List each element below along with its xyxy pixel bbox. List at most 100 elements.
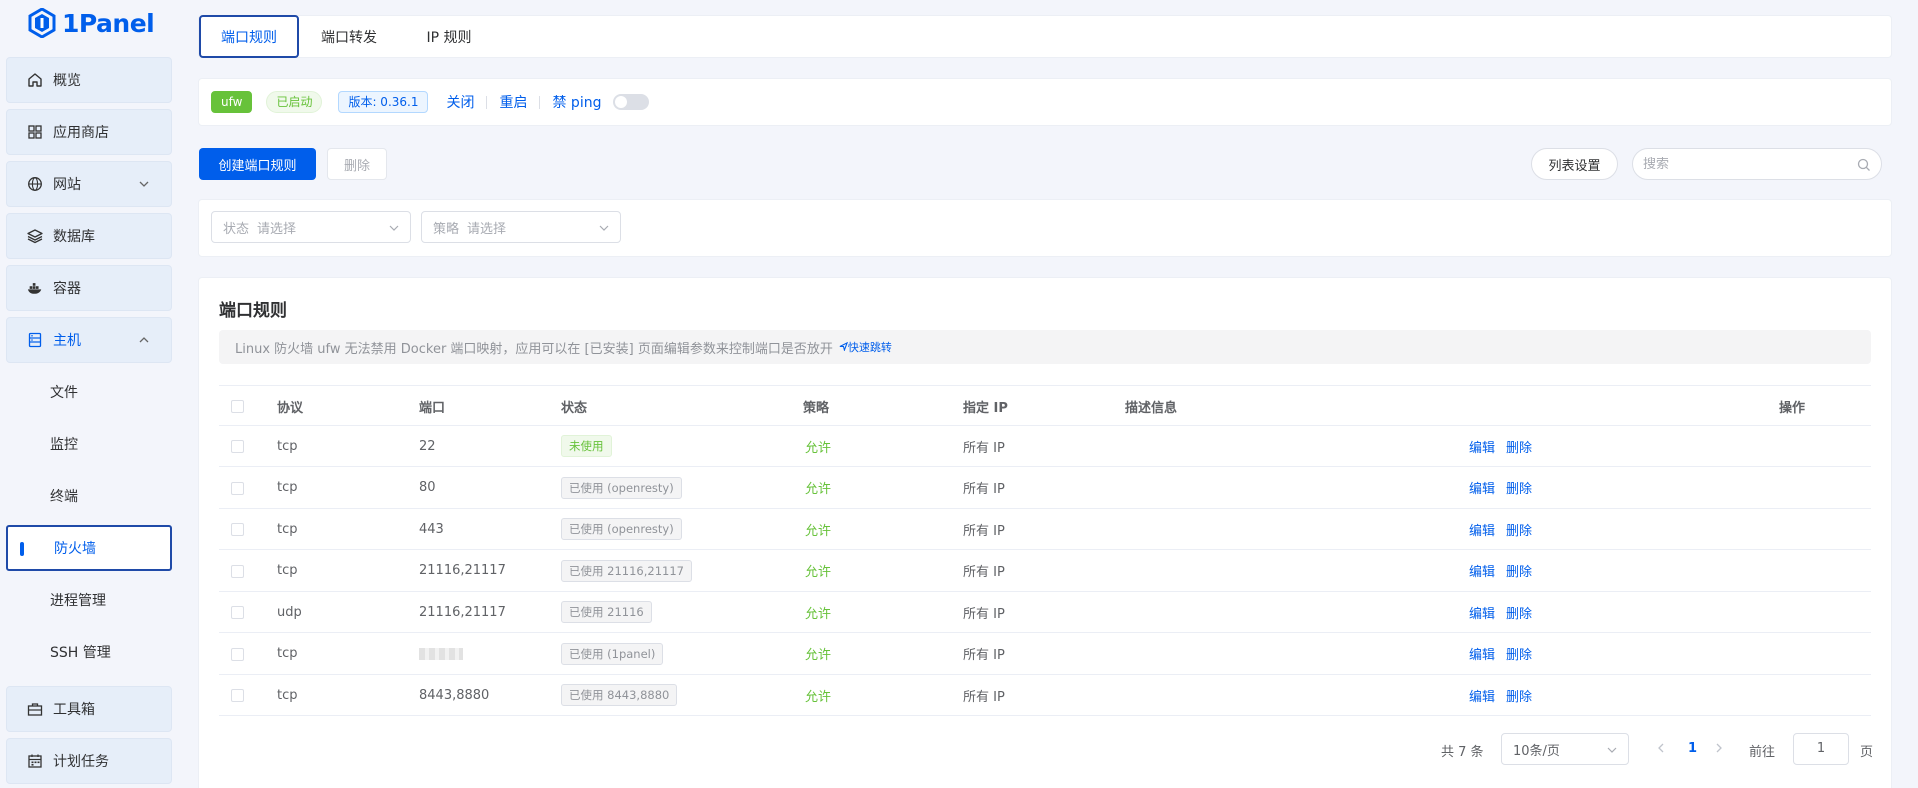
filter-placeholder: 请选择 — [467, 221, 507, 237]
table-row: udp 21116,21117 已使用 21116 允许 所有 IP 编辑 删除 — [219, 592, 1871, 633]
sidebar-subitem-terminal[interactable]: 终端 — [6, 473, 172, 519]
active-indicator — [20, 542, 24, 556]
row-checkbox[interactable] — [231, 606, 244, 619]
port-status-tag: 已使用 (1panel) — [561, 642, 664, 665]
delete-link[interactable]: 删除 — [1506, 509, 1532, 549]
quick-jump-link[interactable]: 快速跳转 — [839, 339, 892, 355]
cell-status: 已使用 21116 — [561, 592, 652, 632]
search-icon[interactable] — [1857, 158, 1871, 172]
header-strategy[interactable]: 策略 — [803, 386, 829, 426]
edit-link[interactable]: 编辑 — [1469, 634, 1495, 674]
delete-link[interactable]: 删除 — [1506, 634, 1532, 674]
tab-port-forward[interactable]: 端口转发 — [299, 15, 399, 58]
cell-port: 80 — [419, 468, 436, 508]
cell-port: 22 — [419, 426, 436, 466]
cell-status: 已使用 21116,21117 — [561, 551, 692, 591]
sidebar-item-overview[interactable]: 概览 — [6, 57, 172, 103]
edit-link[interactable]: 编辑 — [1469, 551, 1495, 591]
row-checkbox[interactable] — [231, 689, 244, 702]
header-port[interactable]: 端口 — [419, 386, 445, 426]
column-settings-button[interactable]: 列表设置 — [1531, 148, 1618, 180]
row-checkbox[interactable] — [231, 647, 244, 661]
port-status-tag: 未使用 — [561, 435, 612, 457]
search-box — [1632, 148, 1882, 180]
search-input[interactable] — [1643, 156, 1843, 172]
table-row: tcp 80 已使用 (openresty) 允许 所有 IP 编辑 删除 — [219, 468, 1871, 509]
cell-protocol: udp — [277, 604, 302, 620]
port-status-tag: 已使用 (openresty) — [561, 518, 682, 540]
header-description[interactable]: 描述信息 — [1125, 386, 1177, 426]
grid-icon — [27, 124, 43, 140]
create-port-rule-button[interactable]: 创建端口规则 — [199, 148, 316, 180]
sidebar-subitem-ssh[interactable]: SSH 管理 — [6, 629, 172, 675]
delete-link[interactable]: 删除 — [1506, 675, 1532, 715]
tab-port-rules[interactable]: 端口规则 — [199, 15, 299, 58]
delete-link[interactable]: 删除 — [1506, 551, 1532, 591]
sidebar-item-website[interactable]: 网站 — [6, 161, 172, 207]
page-suffix: 页 — [1860, 745, 1874, 760]
row-checkbox[interactable] — [231, 440, 244, 453]
app-name: 1Panel — [62, 8, 155, 38]
cell-ip: 所有 IP — [963, 648, 1005, 663]
chevron-down-icon — [599, 225, 609, 231]
edit-link[interactable]: 编辑 — [1469, 426, 1495, 466]
edit-link[interactable]: 编辑 — [1469, 675, 1495, 715]
restart-link[interactable]: 重启 — [499, 92, 527, 112]
logo[interactable]: 1Panel — [28, 6, 155, 40]
sidebar-subitem-process[interactable]: 进程管理 — [6, 577, 172, 623]
send-icon — [839, 341, 848, 352]
table-row: tcp 22 未使用 允许 所有 IP 编辑 删除 — [219, 426, 1871, 467]
quick-jump-label: 快速跳转 — [847, 341, 892, 354]
sidebar-subitem-files[interactable]: 文件 — [6, 369, 172, 415]
delete-button[interactable]: 删除 — [327, 148, 387, 180]
table-row: tcp 8443,8880 已使用 8443,8880 允许 所有 IP 编辑 删除 — [219, 675, 1871, 716]
row-checkbox[interactable] — [231, 481, 244, 495]
sidebar-item-cron[interactable]: 计划任务 — [6, 738, 172, 784]
page-size-select[interactable]: 10条/页 — [1501, 733, 1629, 765]
sidebar-subitem-firewall[interactable]: 防火墙 — [6, 525, 172, 571]
tab-ip-rules[interactable]: IP 规则 — [399, 15, 499, 58]
sidebar-item-label: 主机 — [53, 333, 81, 349]
edit-link[interactable]: 编辑 — [1469, 509, 1495, 549]
cell-ip: 所有 IP — [963, 565, 1005, 580]
cell-ip: 所有 IP — [963, 440, 1005, 456]
select-all-checkbox[interactable] — [231, 400, 244, 413]
ping-toggle[interactable] — [613, 94, 650, 110]
edit-link[interactable]: 编辑 — [1469, 468, 1495, 508]
status-badge: 已启动 — [266, 91, 323, 113]
sidebar-item-toolbox[interactable]: 工具箱 — [6, 686, 172, 732]
next-page-icon[interactable] — [1712, 741, 1726, 755]
prev-page-icon[interactable] — [1654, 741, 1668, 755]
goto-page-input[interactable]: 1 — [1793, 733, 1849, 765]
header-status[interactable]: 状态 — [561, 386, 587, 426]
sidebar-item-database[interactable]: 数据库 — [6, 213, 172, 259]
sidebar-item-app-store[interactable]: 应用商店 — [6, 109, 172, 155]
delete-link[interactable]: 删除 — [1506, 426, 1532, 466]
sidebar-subitem-monitor[interactable]: 监控 — [6, 421, 172, 467]
sidebar-item-container[interactable]: 容器 — [6, 265, 172, 311]
row-checkbox[interactable] — [231, 564, 244, 578]
sidebar-subitem-label: 终端 — [50, 489, 78, 505]
stop-link[interactable]: 关闭 — [446, 92, 474, 112]
header-protocol[interactable]: 协议 — [277, 386, 303, 426]
cell-port-text: 8443,8880 — [419, 687, 490, 703]
sidebar-item-host[interactable]: 主机 — [6, 317, 172, 363]
cell-protocol: tcp — [277, 646, 298, 661]
strategy-filter-select[interactable]: 策略 请选择 — [421, 211, 621, 243]
redacted-port — [419, 647, 463, 660]
status-filter-select[interactable]: 状态 请选择 — [211, 211, 411, 243]
row-checkbox[interactable] — [231, 523, 244, 536]
sidebar-item-label: 工具箱 — [53, 702, 95, 718]
chevron-down-icon — [139, 181, 149, 187]
sidebar-item-label: 计划任务 — [53, 754, 109, 770]
cell-status: 已使用 8443,8880 — [561, 675, 678, 715]
toolbox-icon — [27, 701, 43, 717]
delete-link[interactable]: 删除 — [1506, 592, 1532, 632]
delete-link[interactable]: 删除 — [1506, 468, 1532, 508]
edit-link[interactable]: 编辑 — [1469, 592, 1495, 632]
calendar-icon — [27, 753, 43, 769]
header-ip[interactable]: 指定 IP — [963, 386, 1008, 426]
sidebar-subitem-label: 进程管理 — [50, 593, 106, 609]
current-page[interactable]: 1 — [1688, 741, 1697, 756]
cell-protocol: tcp — [277, 563, 298, 578]
